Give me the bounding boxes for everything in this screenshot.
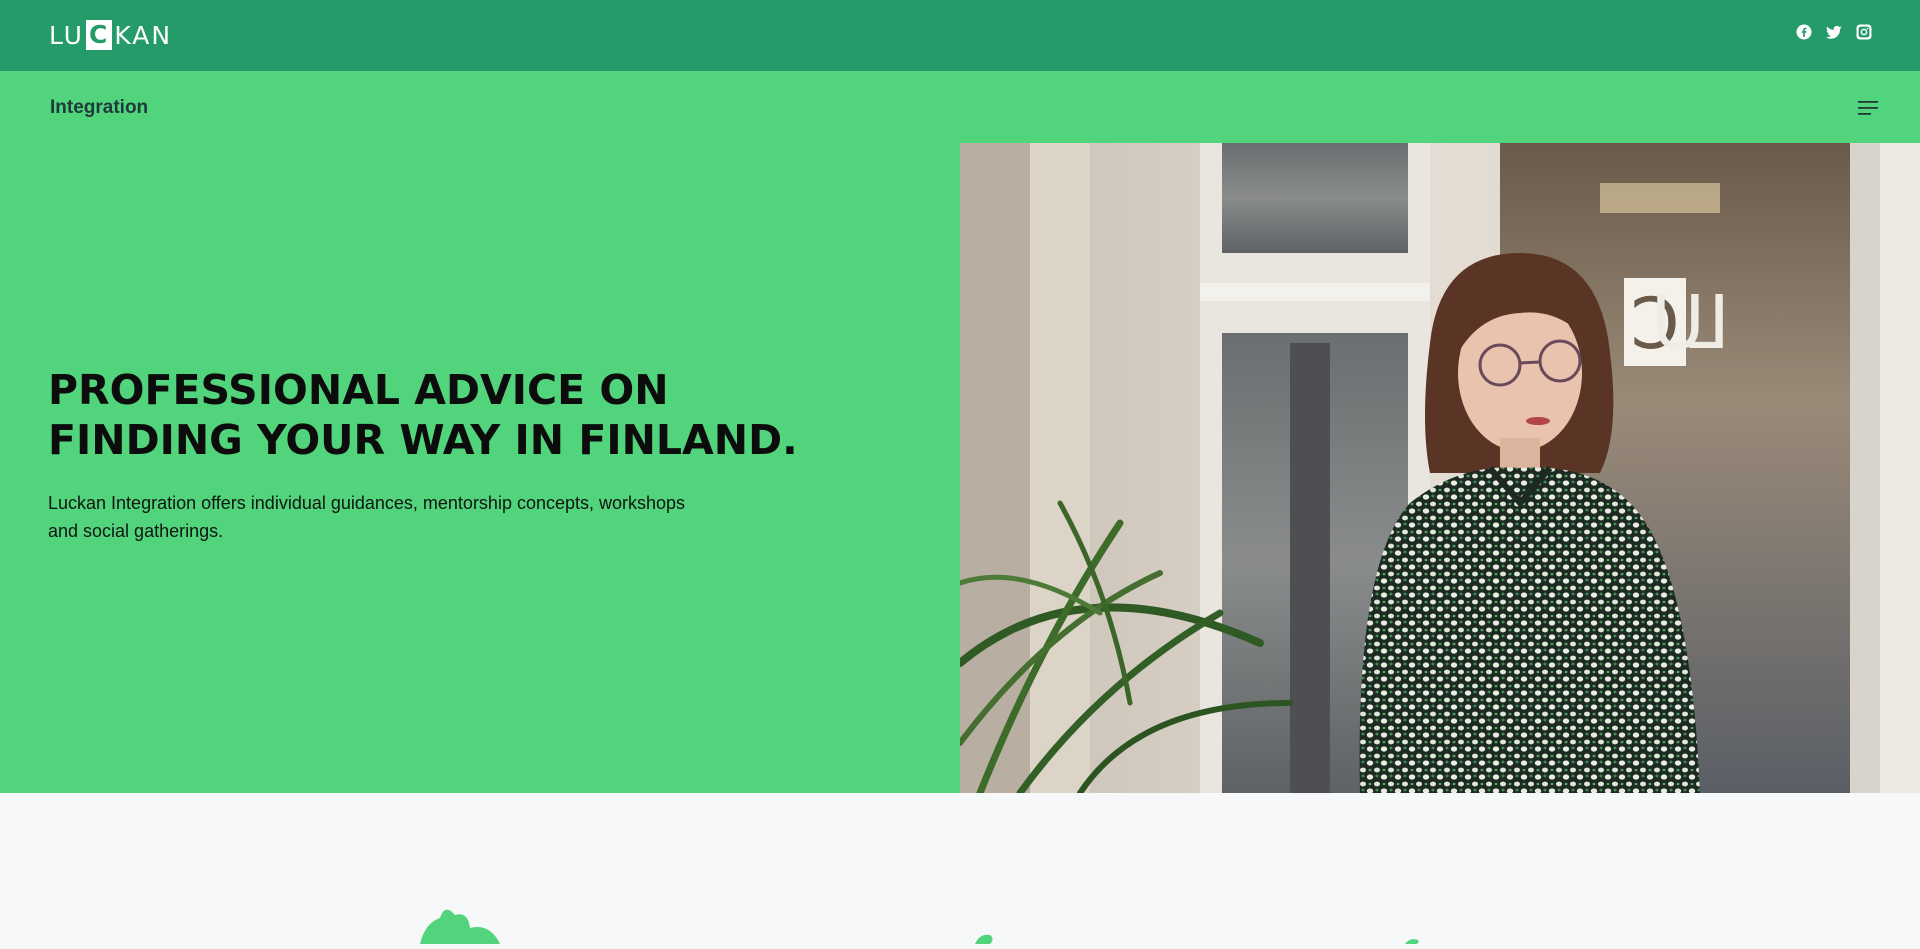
logo-text-end: KAN (114, 20, 173, 50)
hero-description: Luckan Integration offers individual gui… (48, 493, 686, 541)
section-title[interactable]: Integration (50, 97, 148, 119)
logo-boxed-letter: C (85, 20, 113, 50)
logo-text-start: LU (49, 20, 84, 50)
content-section-top (0, 793, 1920, 944)
twitter-icon[interactable] (1826, 24, 1842, 40)
svg-text:U: U (1651, 280, 1705, 366)
luckan-logo[interactable]: LU C KAN (49, 20, 172, 50)
hero-photo: C L U (960, 143, 1920, 793)
top-bar: LU C KAN (0, 0, 1920, 71)
section-nav-bar: Integration (0, 71, 1920, 143)
green-splash-decorations (420, 909, 1419, 944)
hero-headline: PROFESSIONAL ADVICE ON FINDING YOUR WAY … (48, 366, 798, 464)
hero-photo-illustration: C L U (960, 143, 1920, 793)
instagram-icon[interactable] (1856, 24, 1872, 40)
social-links (1796, 24, 1872, 40)
facebook-icon[interactable] (1796, 24, 1812, 40)
hero-text-panel: PROFESSIONAL ADVICE ON FINDING YOUR WAY … (0, 143, 960, 793)
hamburger-menu-icon[interactable] (1856, 98, 1880, 118)
